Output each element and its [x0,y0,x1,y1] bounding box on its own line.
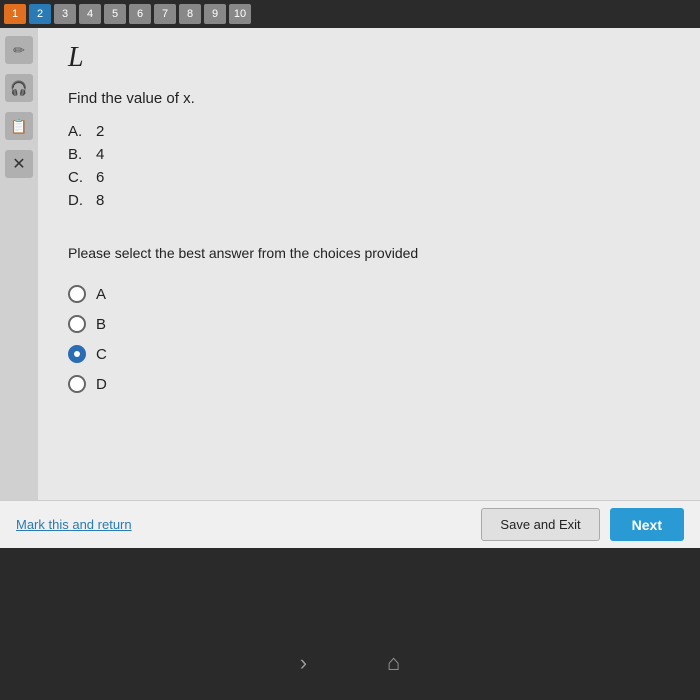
radio-label-b: B [96,316,106,333]
main-content-area: L Find the value of x. A. 2 B. 4 C. 6 D.… [38,28,700,500]
choice-c-label: C. [68,169,88,186]
radio-option-b[interactable]: B [68,315,670,333]
choice-a-value: 2 [96,123,104,140]
question-num-5[interactable]: 5 [104,4,126,24]
question-text: Find the value of x. [38,82,700,123]
next-button[interactable]: Next [610,508,684,541]
choice-d: D. 8 [68,192,670,209]
question-num-8[interactable]: 8 [179,4,201,24]
choice-c: C. 6 [68,169,670,186]
mark-return-button[interactable]: Mark this and return [16,517,132,532]
question-num-4[interactable]: 4 [79,4,101,24]
dark-bottom-area: › ⌂ [0,548,700,700]
choice-b-value: 4 [96,146,104,163]
home-icon[interactable]: ⌂ [387,650,400,676]
choice-a: A. 2 [68,123,670,140]
radio-option-a[interactable]: A [68,285,670,303]
question-num-3[interactable]: 3 [54,4,76,24]
left-sidebar: ✏ 🎧 📋 ✕ [0,28,38,528]
instruction-text: Please select the best answer from the c… [38,235,700,281]
radio-circle-d [68,375,86,393]
question-num-1[interactable]: 1 [4,4,26,24]
answer-choices: A. 2 B. 4 C. 6 D. 8 [38,123,700,235]
radio-circle-b [68,315,86,333]
choice-d-label: D. [68,192,88,209]
radio-circle-a [68,285,86,303]
calculator-icon[interactable]: 📋 [5,112,33,140]
save-exit-button[interactable]: Save and Exit [481,508,599,541]
question-num-9[interactable]: 9 [204,4,226,24]
question-num-10[interactable]: 10 [229,4,251,24]
choice-b-label: B. [68,146,88,163]
radio-option-d[interactable]: D [68,375,670,393]
radio-option-c[interactable]: C [68,345,670,363]
radio-label-c: C [96,346,107,363]
question-header: L [38,28,700,82]
question-nav-bar: 1 2 3 4 5 6 7 8 9 10 [0,0,700,28]
question-num-6[interactable]: 6 [129,4,151,24]
bottom-buttons-group: Save and Exit Next [481,508,684,541]
pencil-icon[interactable]: ✏ [5,36,33,64]
choice-d-value: 8 [96,192,104,209]
radio-label-a: A [96,286,106,303]
radio-options: A B C D [38,281,700,403]
radio-label-d: D [96,376,107,393]
choice-c-value: 6 [96,169,104,186]
choice-a-label: A. [68,123,88,140]
headphones-icon[interactable]: 🎧 [5,74,33,102]
choice-b: B. 4 [68,146,670,163]
close-sidebar-icon[interactable]: ✕ [5,150,33,178]
chevron-right-icon[interactable]: › [300,650,307,676]
bottom-nav-icons: › ⌂ [300,650,401,676]
question-num-2[interactable]: 2 [29,4,51,24]
bottom-action-bar: Mark this and return Save and Exit Next [0,500,700,548]
radio-circle-c [68,345,86,363]
question-num-7[interactable]: 7 [154,4,176,24]
